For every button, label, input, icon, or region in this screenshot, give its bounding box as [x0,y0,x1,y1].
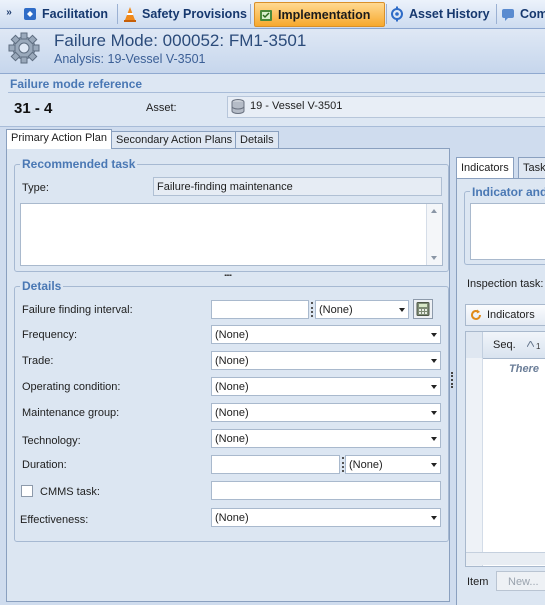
indicators-table: Seq. 1 There [465,331,545,567]
new-button-label: New... [508,576,539,588]
operating-condition-label: Operating condition: [22,381,121,393]
failure-mode-code: 31 - 4 [14,100,53,117]
effectiveness-label: Effectiveness: [20,514,89,526]
effectiveness-value: (None) [215,512,249,524]
chevron-down-icon [431,359,437,363]
panel-splitter-handle[interactable] [451,372,455,388]
column-header-seq[interactable]: Seq. [493,339,516,351]
inspection-task-label: Inspection task: [467,278,544,290]
empty-table-text: There [509,363,539,375]
trade-label: Trade: [22,355,54,367]
nav-separator [386,4,387,24]
section-title-indicator: Indicator and [470,185,545,199]
tab-safety-provisions[interactable]: Safety Provisions [122,2,247,25]
nav-separator [117,4,118,24]
indicators-button-label: Indicators [487,309,535,321]
chevron-down-icon [431,463,437,467]
maintenance-group-dropdown[interactable]: (None) [211,403,441,422]
sort-ascending-icon [527,341,534,347]
new-button[interactable]: New... [496,571,545,591]
description-scrollbar[interactable] [426,204,442,265]
tab-implementation[interactable]: Implementation [254,2,385,27]
tab-primary-action-plan[interactable]: Primary Action Plan [6,129,112,149]
maintenance-group-label: Maintenance group: [22,407,120,419]
duration-unit-value: (None) [349,459,383,471]
chevron-down-icon [431,385,437,389]
chevron-down-icon [431,516,437,520]
type-value: Failure-finding maintenance [157,181,293,193]
interval-unit-value: (None) [319,304,353,316]
gear-icon [8,32,40,64]
section-title-reference: Failure mode reference [10,77,143,91]
duration-label: Duration: [22,459,67,471]
failure-finding-interval-input[interactable] [211,300,309,319]
asset-value: 19 - Vessel V-3501 [250,100,343,112]
asset-label: Asset: [146,102,177,114]
chevron-down-icon [431,437,437,441]
calculator-button[interactable] [413,299,433,319]
analysis-subtitle: Analysis: 19-Vessel V-3501 [54,52,206,66]
frequency-dropdown[interactable]: (None) [211,325,441,344]
maintenance-group-value: (None) [215,407,249,419]
interval-unit-dropdown[interactable]: (None) [315,300,409,319]
trade-dropdown[interactable]: (None) [211,351,441,370]
section-title-recommended-task: Recommended task [20,157,138,171]
top-navigation: » Facilitation Safety Provisions Impleme… [0,0,545,29]
operating-condition-dropdown[interactable]: (None) [211,377,441,396]
refresh-icon [471,309,481,320]
database-icon [231,99,245,114]
indicator-textarea[interactable] [470,203,545,260]
technology-label: Technology: [22,435,81,447]
failure-finding-interval-label: Failure finding interval: [22,304,133,316]
indicators-button[interactable]: Indicators [465,304,545,326]
tab-secondary-action-plans[interactable]: Secondary Action Plans [111,131,238,149]
technology-dropdown[interactable]: (None) [211,429,441,448]
tab-details[interactable]: Details [235,131,279,149]
tab-task[interactable]: Task [518,157,545,178]
chevron-down-icon [399,308,405,312]
nav-separator [250,4,251,24]
asset-history-icon [391,6,403,21]
tab-indicators[interactable]: Indicators [456,157,514,178]
task-description-textarea[interactable] [20,203,443,266]
section-title-details: Details [20,279,64,293]
tab-facilitation[interactable]: Facilitation [22,2,108,25]
frequency-label: Frequency: [22,329,78,341]
duration-unit-dropdown[interactable]: (None) [345,455,441,474]
effectiveness-dropdown[interactable]: (None) [211,508,441,527]
sort-order-number: 1 [536,342,541,351]
tab-communication[interactable]: Com [500,2,545,25]
scroll-down-arrow-icon[interactable] [431,256,437,260]
cmms-task-checkbox[interactable] [21,485,33,497]
tab-asset-history[interactable]: Asset History [389,2,490,25]
scroll-up-arrow-icon[interactable] [431,209,437,213]
page-title: Failure Mode: 000052: FM1-3501 [54,31,307,50]
item-label: Item [467,576,489,588]
cmms-task-input[interactable] [211,481,441,500]
type-field: Failure-finding maintenance [153,177,442,196]
horizontal-scrollbar[interactable] [466,552,545,565]
communication-icon [502,8,514,21]
splitter-handle[interactable]: .... [224,268,232,279]
nav-separator [496,4,497,24]
table-header: Seq. 1 [466,332,545,359]
trade-value: (None) [215,355,249,367]
nav-overflow-chevron-icon[interactable]: » [2,6,16,20]
chevron-down-icon [431,411,437,415]
calculator-icon [416,302,430,316]
row-selector-column [466,358,483,566]
divider [8,92,545,93]
chevron-down-icon [431,333,437,337]
traffic-cone-icon [124,6,136,22]
row-selector-header [466,332,483,358]
frequency-value: (None) [215,329,249,341]
implementation-icon [260,9,272,21]
cmms-task-label: CMMS task: [40,486,100,498]
technology-value: (None) [215,433,249,445]
duration-input[interactable] [211,455,340,474]
facilitation-icon [24,7,36,20]
type-label: Type: [22,182,49,194]
operating-condition-value: (None) [215,381,249,393]
